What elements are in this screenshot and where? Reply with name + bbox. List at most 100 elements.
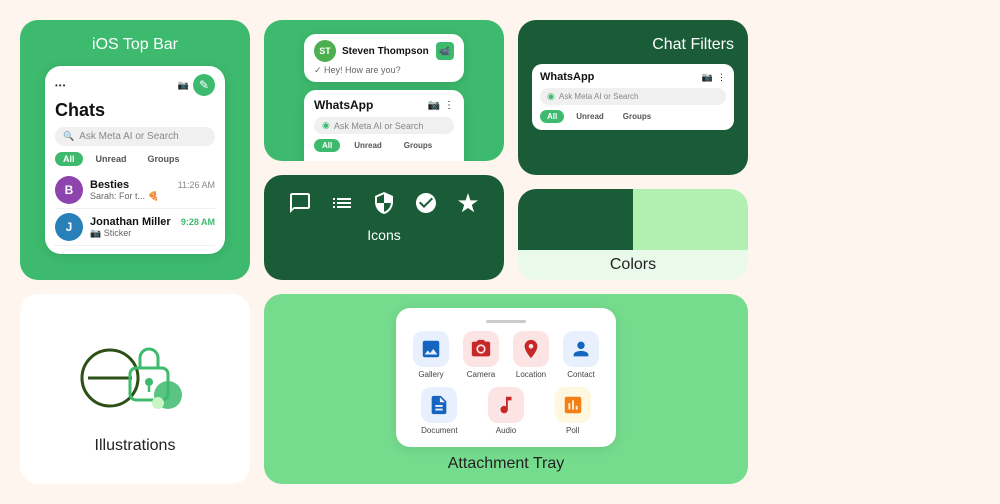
filters-wa-label: WhatsApp xyxy=(540,71,594,83)
ios-filter-groups[interactable]: Groups xyxy=(140,152,188,166)
lock-illustration xyxy=(70,323,200,423)
filters-search-placeholder: Ask Meta AI or Search xyxy=(559,92,639,101)
middle-column: ST Steven Thompson 📹 ✓ Hey! How are you?… xyxy=(264,20,504,280)
filters-header: WhatsApp 📷 ⋮ xyxy=(540,71,726,83)
filters-btn-groups[interactable]: Groups xyxy=(616,110,658,123)
chat-item-jonathan[interactable]: J Jonathan Miller 9:28 AM 📷 Sticker xyxy=(55,209,215,246)
chat-preview-jonathan: 📷 Sticker xyxy=(90,228,215,239)
compose-icon[interactable]: ✎ xyxy=(193,74,215,96)
android-phone-mockup: WhatsApp 📷 ⋮ ◉ Ask Meta AI or Search All… xyxy=(304,90,464,161)
chat-name-jonathan: Jonathan Miller xyxy=(90,216,171,228)
colors-label-area: Colors xyxy=(518,250,748,280)
chat-info-besties: Besties 11:26 AM Sarah: For t... 🍕 xyxy=(90,179,215,202)
camera-icon: 📷 xyxy=(428,100,440,111)
android-filter-groups[interactable]: Groups xyxy=(396,139,440,152)
attachment-location[interactable]: Location xyxy=(510,331,552,379)
colors-swatches xyxy=(518,189,748,250)
chat-name-besties: Besties xyxy=(90,179,129,191)
ios-search-bar[interactable]: 🔍 Ask Meta AI or Search xyxy=(55,127,215,146)
audio-label: Audio xyxy=(496,426,516,435)
filters-search-bar[interactable]: ◉ Ask Meta AI or Search xyxy=(540,88,726,105)
search-icon: 🔍 xyxy=(63,131,74,142)
attachment-row1: Gallery Camera Location xyxy=(410,331,602,379)
android-header-icons: 📷 ⋮ xyxy=(428,100,454,111)
document-icon-circle xyxy=(421,387,457,423)
android-search-placeholder: Ask Meta AI or Search xyxy=(334,121,424,131)
notification-bubble: ST Steven Thompson 📹 ✓ Hey! How are you? xyxy=(304,34,464,82)
ios-search-placeholder: Ask Meta AI or Search xyxy=(79,131,179,142)
meta-ai-icon: ◉ xyxy=(322,120,330,131)
filters-search-icon: ◉ xyxy=(547,91,555,102)
contact-icon-circle xyxy=(563,331,599,367)
check-icon xyxy=(410,187,442,219)
notif-message: ✓ Hey! How are you? xyxy=(314,65,454,76)
android-filter-row: All Unread Groups xyxy=(314,139,454,152)
attachment-contact[interactable]: Contact xyxy=(560,331,602,379)
android-header: WhatsApp 📷 ⋮ xyxy=(314,98,454,112)
ios-status-bar: ••• 📷 ✎ xyxy=(55,74,215,96)
attachment-card: Gallery Camera Location xyxy=(264,294,748,484)
filters-btn-all[interactable]: All xyxy=(540,110,564,123)
camera-label: Camera xyxy=(467,370,495,379)
ios-chats-title: Chats xyxy=(55,100,105,121)
attachment-poll[interactable]: Poll xyxy=(543,387,602,435)
icons-card: Icons xyxy=(264,175,504,280)
chat-preview-besties: Sarah: For t... 🍕 xyxy=(90,191,215,202)
chat-icon xyxy=(284,187,316,219)
filters-header-icons: 📷 ⋮ xyxy=(702,72,726,83)
right-column: Chat Filters WhatsApp 📷 ⋮ ◉ Ask Meta AI … xyxy=(518,20,748,280)
ios-phone-mockup: ••• 📷 ✎ Chats 🔍 Ask Meta AI or Search Al… xyxy=(45,66,225,254)
filters-filter-row: All Unread Groups xyxy=(540,110,726,123)
star-icon xyxy=(452,187,484,219)
android-card: ST Steven Thompson 📹 ✓ Hey! How are you?… xyxy=(264,20,504,161)
contact-label: Contact xyxy=(567,370,595,379)
menu-icon: ⋮ xyxy=(444,100,454,111)
attachment-phone-mockup: Gallery Camera Location xyxy=(396,308,616,447)
ios-filter-all[interactable]: All xyxy=(55,152,83,166)
ios-card: iOS Top Bar ••• 📷 ✎ Chats 🔍 Ask Meta AI … xyxy=(20,20,250,280)
android-search-bar[interactable]: ◉ Ask Meta AI or Search xyxy=(314,117,454,134)
notif-header: ST Steven Thompson 📹 xyxy=(314,40,454,62)
attachment-document[interactable]: Document xyxy=(410,387,469,435)
filters-title: Chat Filters xyxy=(532,36,734,54)
android-filter-unread[interactable]: Unread xyxy=(346,139,390,152)
android-filter-all[interactable]: All xyxy=(314,139,340,152)
color-light-green xyxy=(633,189,748,250)
chat-info-jonathan: Jonathan Miller 9:28 AM 📷 Sticker xyxy=(90,216,215,239)
camera-status-icon: 📷 xyxy=(178,80,189,91)
gallery-icon-circle xyxy=(413,331,449,367)
ios-chats-header: Chats xyxy=(55,100,215,121)
ios-filter-unread[interactable]: Unread xyxy=(88,152,135,166)
location-label: Location xyxy=(516,370,546,379)
filters-card: Chat Filters WhatsApp 📷 ⋮ ◉ Ask Meta AI … xyxy=(518,20,748,175)
avatar-jonathan: J xyxy=(55,213,83,241)
notif-avatar: ST xyxy=(314,40,336,62)
android-bottom-nav: 💬 Chats 🔄 Updates 👥 Communities 📞 xyxy=(314,156,454,161)
attachment-gallery[interactable]: Gallery xyxy=(410,331,452,379)
avatar-besties: B xyxy=(55,176,83,204)
ios-status-dots: ••• xyxy=(55,81,66,90)
chat-time-jonathan: 9:28 AM xyxy=(181,217,215,227)
document-label: Document xyxy=(421,426,457,435)
notif-name: Steven Thompson xyxy=(342,46,430,57)
color-dark-green xyxy=(518,189,633,250)
icons-row xyxy=(284,187,484,219)
illustrations-card: Illustrations xyxy=(20,294,250,484)
chat-name-row-besties: Besties 11:26 AM xyxy=(90,179,215,191)
attachment-label: Attachment Tray xyxy=(448,455,565,473)
poll-icon-circle xyxy=(555,387,591,423)
poll-label: Poll xyxy=(566,426,579,435)
filters-btn-unread[interactable]: Unread xyxy=(569,110,611,123)
attachment-audio[interactable]: Audio xyxy=(477,387,536,435)
icons-label: Icons xyxy=(367,227,400,243)
attachment-camera[interactable]: Camera xyxy=(460,331,502,379)
camera-icon-circle xyxy=(463,331,499,367)
filters-menu-icon: ⋮ xyxy=(717,72,726,83)
ios-filter-row: All Unread Groups xyxy=(55,152,215,166)
list-icon xyxy=(326,187,358,219)
location-icon-circle xyxy=(513,331,549,367)
illustrations-label: Illustrations xyxy=(95,437,176,455)
chat-item-besties[interactable]: B Besties 11:26 AM Sarah: For t... 🍕 xyxy=(55,172,215,209)
android-wa-label: WhatsApp xyxy=(314,98,373,112)
chat-time-besties: 11:26 AM xyxy=(178,180,215,190)
